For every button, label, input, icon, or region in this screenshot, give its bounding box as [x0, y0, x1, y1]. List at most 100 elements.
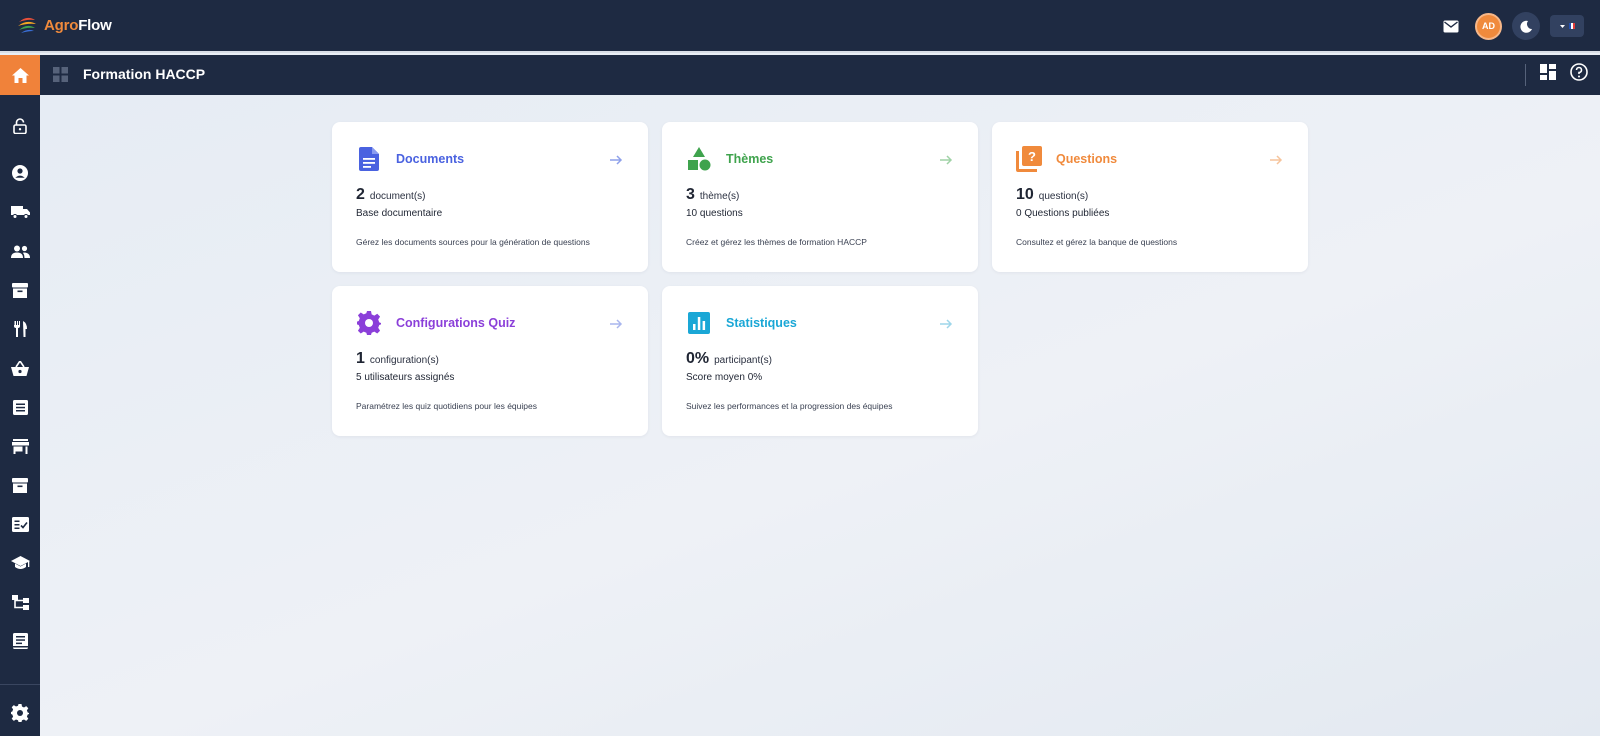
archive-icon	[12, 477, 28, 493]
card-title: Statistiques	[726, 316, 797, 330]
sidebar-item-inventory[interactable]	[0, 275, 40, 305]
account-icon	[12, 165, 28, 181]
brand-part-2: Flow	[78, 16, 112, 34]
list-icon	[12, 399, 28, 415]
sidebar	[0, 95, 40, 736]
card-description: Gérez les documents sources pour la géné…	[356, 237, 590, 247]
stat-count: 1	[356, 350, 365, 367]
statistics-card[interactable]: Statistiques 0% participant(s) Score moy…	[662, 286, 978, 436]
brand-part-1: Agro	[44, 16, 79, 34]
card-subtitle: Score moyen 0%	[686, 372, 763, 383]
home-button[interactable]	[0, 55, 40, 95]
arrow-right-icon[interactable]	[608, 152, 624, 168]
sidebar-item-settings[interactable]	[0, 698, 40, 728]
card-stat: 10 question(s)	[1016, 186, 1088, 204]
sidebar-item-account[interactable]	[0, 158, 40, 188]
agroflow-logo-icon	[18, 17, 36, 33]
shapes-icon	[686, 146, 712, 172]
page-title: Formation HACCP	[83, 66, 206, 82]
card-subtitle: 5 utilisateurs assignés	[356, 372, 455, 383]
svg-text:?: ?	[1028, 149, 1036, 164]
sidebar-item-checklist[interactable]	[0, 509, 40, 539]
stat-unit: participant(s)	[714, 355, 772, 366]
document-icon	[356, 146, 382, 172]
card-subtitle: 10 questions	[686, 208, 743, 219]
arrow-right-icon[interactable]	[1268, 152, 1284, 168]
help-icon	[1570, 63, 1588, 81]
main-content: Documents 2 document(s) Base documentair…	[40, 95, 1600, 736]
sidebar-item-report[interactable]	[0, 626, 40, 656]
receipt-icon	[12, 633, 28, 649]
mail-button[interactable]	[1437, 12, 1465, 40]
app-brand: AgroFlow	[44, 17, 112, 34]
card-description: Suivez les performances et la progressio…	[686, 401, 893, 411]
card-subtitle: Base documentaire	[356, 208, 443, 219]
sidebar-item-lock[interactable]	[0, 111, 40, 141]
card-stat: 3 thème(s)	[686, 186, 739, 204]
sidebar-item-hierarchy[interactable]	[0, 587, 40, 617]
caret-down-icon	[1559, 24, 1565, 28]
hierarchy-icon	[11, 594, 29, 610]
stat-unit: configuration(s)	[369, 355, 439, 366]
stat-count: 2	[356, 186, 365, 203]
documents-card[interactable]: Documents 2 document(s) Base documentair…	[332, 122, 648, 272]
module-grid-icon	[53, 67, 68, 82]
moon-icon	[1519, 20, 1532, 33]
language-selector[interactable]	[1550, 15, 1584, 37]
card-description: Paramétrez les quiz quotidiens pour les …	[356, 401, 537, 411]
card-title: Documents	[396, 152, 465, 166]
people-icon	[10, 245, 30, 258]
stat-count: 3	[686, 186, 695, 203]
dashboard-icon	[1540, 64, 1556, 80]
truck-icon	[10, 205, 30, 219]
stat-unit: thème(s)	[699, 191, 740, 202]
themes-card[interactable]: Thèmes 3 thème(s) 10 questions Créez et …	[662, 122, 978, 272]
arrow-right-icon[interactable]	[938, 152, 954, 168]
bar-chart-icon	[686, 310, 712, 336]
card-subtitle: 0 Questions publiées	[1016, 208, 1110, 219]
school-icon	[10, 556, 30, 569]
mail-icon	[1443, 20, 1459, 32]
card-stat: 1 configuration(s)	[356, 350, 439, 368]
sidebar-item-basket[interactable]	[0, 353, 40, 383]
sub-header: Formation HACCP	[0, 55, 1600, 95]
theme-toggle-button[interactable]	[1512, 12, 1540, 40]
card-description: Consultez et gérez la banque de question…	[1016, 237, 1178, 247]
card-title: Questions	[1056, 152, 1118, 166]
sidebar-item-people[interactable]	[0, 236, 40, 266]
home-icon	[11, 67, 29, 83]
sidebar-divider	[0, 684, 40, 685]
questions-card[interactable]: ? Questions 10 question(s) 0 Questions p…	[992, 122, 1308, 272]
user-avatar[interactable]: AD	[1475, 12, 1502, 40]
card-stat: 0% participant(s)	[686, 350, 772, 368]
top-bar: AgroFlow AD	[0, 0, 1600, 53]
sidebar-item-training[interactable]	[0, 548, 40, 578]
gear-icon	[11, 704, 29, 722]
card-description: Créez et gérez les thèmes de formation H…	[686, 237, 867, 247]
stat-unit: question(s)	[1038, 191, 1089, 202]
sidebar-item-list[interactable]	[0, 392, 40, 422]
sidebar-item-restaurant[interactable]	[0, 314, 40, 344]
card-title: Configurations Quiz	[396, 316, 516, 330]
stat-count: 0%	[686, 350, 710, 367]
france-flag-icon	[1568, 23, 1575, 29]
sidebar-item-delivery[interactable]	[0, 197, 40, 227]
arrow-right-icon[interactable]	[938, 316, 954, 332]
stat-count: 10	[1016, 186, 1034, 203]
quiz-config-card[interactable]: Configurations Quiz 1 configuration(s) 5…	[332, 286, 648, 436]
sidebar-item-store[interactable]	[0, 431, 40, 461]
basket-icon	[11, 360, 29, 376]
divider	[1525, 63, 1526, 86]
arrow-right-icon[interactable]	[608, 316, 624, 332]
app-logo[interactable]: AgroFlow	[16, 14, 112, 36]
question-library-icon: ?	[1016, 146, 1042, 172]
dashboard-layout-button[interactable]	[1540, 64, 1556, 85]
store-icon	[11, 438, 29, 454]
archive-icon	[12, 282, 28, 298]
lock-open-icon	[13, 118, 27, 134]
card-stat: 2 document(s)	[356, 186, 425, 204]
sidebar-item-archive[interactable]	[0, 470, 40, 500]
checklist-icon	[11, 516, 29, 532]
help-button[interactable]	[1570, 63, 1588, 86]
stat-unit: document(s)	[369, 191, 426, 202]
